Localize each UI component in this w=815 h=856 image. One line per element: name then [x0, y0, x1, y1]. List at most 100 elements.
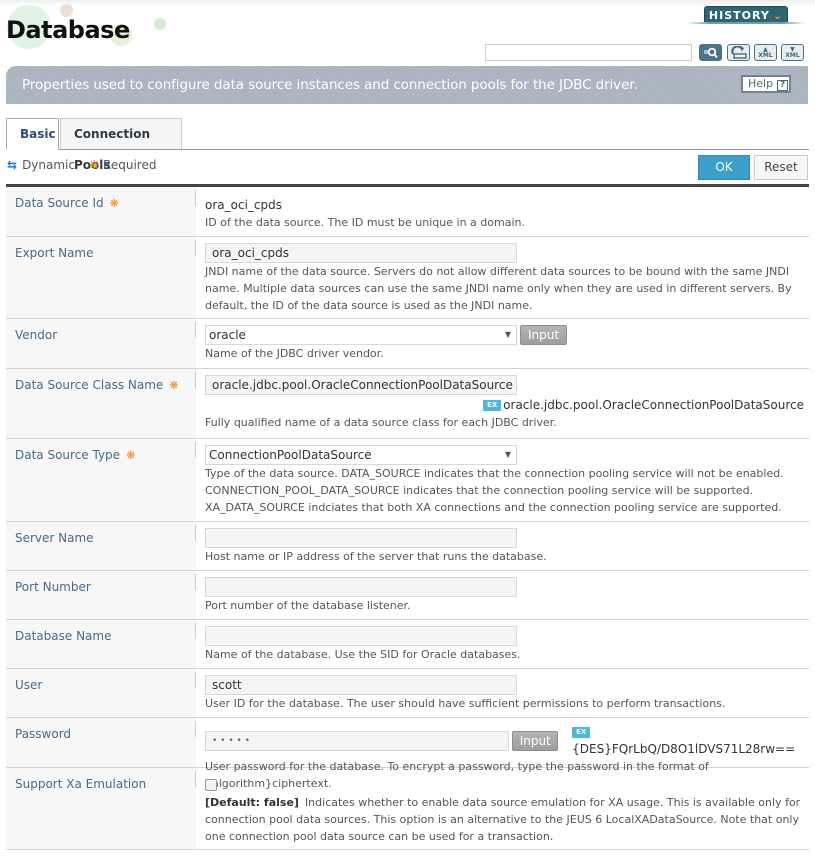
field-label: User	[6, 669, 196, 717]
row-user: User scott User ID for the database. The…	[6, 669, 809, 718]
history-label: HISTORY	[708, 9, 770, 22]
label-text: Server Name	[15, 531, 94, 545]
field-description: Port number of the database listener.	[205, 599, 411, 612]
field-label: Export Name	[6, 237, 196, 318]
example-line: EX oracle.jdbc.pool.OracleConnectionPoolD…	[205, 397, 804, 414]
example-line: EX {DES}FQrLbQ/D8O1lDVS71L28rw==	[572, 724, 809, 758]
decoration-circle	[154, 18, 166, 30]
xml-import-icon: ▼ XML	[785, 45, 800, 59]
row-data-source-type: Data Source Type ❋ ConnectionPoolDataSour…	[6, 439, 809, 522]
tab-divider	[6, 149, 809, 150]
field-label: Vendor	[6, 319, 196, 368]
field-label: Password	[6, 718, 196, 767]
row-data-source-class-name: Data Source Class Name ❋ oracle.jdbc.pool…	[6, 369, 809, 439]
xml-export-button[interactable]: ▲ XML	[754, 44, 777, 61]
refresh-button[interactable]	[727, 44, 750, 61]
row-export-name: Export Name ora_oci_cpds JNDI name of th…	[6, 237, 809, 319]
field-description: Name of the JDBC driver vendor.	[205, 347, 384, 360]
page-title: Database	[6, 16, 130, 44]
field-description: Fully qualified name of a data source cl…	[205, 416, 557, 429]
field-value: [Default: false] Indicates whether to ena…	[196, 768, 809, 849]
label-text: Vendor	[15, 328, 58, 342]
required-label: Required	[103, 158, 157, 172]
row-database-name: Database Name Name of the database. Use …	[6, 620, 809, 669]
field-label: Data Source Type ❋	[6, 439, 196, 521]
dynamic-label: Dynamic	[22, 158, 75, 172]
example-icon: EX	[572, 727, 591, 738]
legend: ⇆ Dynamic ❋ Required	[7, 158, 156, 172]
row-support-xa-emulation: Support Xa Emulation [Default: false] Ind…	[6, 768, 809, 850]
field-value: ora_oci_cpds ID of the data source. The …	[196, 187, 809, 236]
reset-button[interactable]: Reset	[754, 155, 808, 180]
field-value: scott User ID for the database. The user…	[196, 669, 809, 717]
field-value: oracle ▼ Input Name of the JDBC driver ve…	[196, 319, 809, 368]
data-source-id-value: ora_oci_cpds	[205, 198, 282, 212]
field-value: oracle.jdbc.pool.OracleConnectionPoolDat…	[196, 369, 809, 438]
row-data-source-id: Data Source Id ❋ ora_oci_cpds ID of the d…	[6, 187, 809, 237]
properties-form: Data Source Id ❋ ora_oci_cpds ID of the d…	[6, 184, 809, 850]
dropdown-arrow-icon: ▼	[504, 330, 511, 339]
label-text: Data Source Type	[15, 448, 121, 462]
help-label: Help	[748, 77, 774, 90]
field-value: Name of the database. Use the SID for Or…	[196, 620, 809, 668]
vendor-selected: oracle	[209, 328, 246, 342]
tab-connection-pools[interactable]: Connection Pools	[60, 118, 182, 172]
page-description: Properties used to configure data source…	[22, 77, 638, 93]
label-text: Support Xa Emulation	[15, 777, 147, 791]
field-description: JNDI name of the data source. Servers do…	[205, 265, 792, 312]
export-name-input[interactable]: ora_oci_cpds	[205, 243, 517, 263]
dropdown-arrow-icon: ▼	[504, 450, 511, 459]
default-tag: [Default: false]	[205, 796, 299, 809]
label-text: Password	[15, 727, 72, 741]
description-bar: Properties used to configure data source…	[6, 66, 808, 104]
row-server-name: Server Name Host name or IP address of t…	[6, 522, 809, 571]
row-password: Password • • • • • Input EX {DES}FQrLbQ/D…	[6, 718, 809, 790]
tab-bar: Basic Connection Pools	[6, 118, 182, 172]
data-source-class-name-input[interactable]: oracle.jdbc.pool.OracleConnectionPoolDat…	[205, 375, 517, 395]
label-text: Data Source Class Name	[15, 378, 164, 392]
search-button[interactable]	[699, 44, 722, 61]
label-text: Port Number	[15, 580, 91, 594]
label-text: Database Name	[15, 629, 112, 643]
label-text: User	[15, 678, 43, 692]
label-text: Export Name	[15, 246, 94, 260]
help-button[interactable]: Help?	[741, 75, 791, 93]
field-description: Host name or IP address of the server th…	[205, 550, 547, 563]
question-icon: ?	[777, 80, 789, 91]
user-input[interactable]: scott	[205, 675, 517, 695]
xml-export-icon: ▲ XML	[758, 45, 773, 59]
field-label: Database Name	[6, 620, 196, 668]
example-value: oracle.jdbc.pool.OracleConnectionPoolDat…	[503, 398, 804, 412]
password-input-button[interactable]: Input	[512, 731, 559, 751]
field-label: Support Xa Emulation	[6, 768, 196, 849]
field-value: Host name or IP address of the server th…	[196, 522, 809, 570]
server-name-input[interactable]	[205, 528, 517, 548]
search-icon	[703, 47, 718, 58]
field-label: Data Source Id ❋	[6, 187, 196, 236]
field-label: Port Number	[6, 571, 196, 619]
label-text: Data Source Id	[15, 196, 104, 210]
vendor-input-button[interactable]: Input	[520, 325, 567, 345]
xml-import-button[interactable]: ▼ XML	[781, 44, 804, 61]
refresh-icon	[730, 46, 747, 59]
search-input[interactable]	[485, 44, 692, 61]
port-number-input[interactable]	[205, 577, 517, 597]
vendor-select[interactable]: oracle ▼	[205, 325, 517, 345]
history-underline	[686, 22, 806, 24]
tab-basic[interactable]: Basic	[6, 118, 59, 150]
dynamic-icon: ⇆	[7, 158, 18, 172]
password-input[interactable]: • • • • •	[205, 731, 510, 751]
example-icon: EX	[483, 400, 502, 411]
support-xa-emulation-checkbox[interactable]	[205, 779, 217, 791]
field-value: ConnectionPoolDataSource ▼ Type of the da…	[196, 439, 809, 521]
field-value: • • • • • Input EX {DES}FQrLbQ/D8O1lDVS71…	[196, 718, 809, 790]
field-description: [Default: false] Indicates whether to ena…	[205, 794, 809, 845]
field-description: Name of the database. Use the SID for Or…	[205, 648, 521, 661]
field-label: Server Name	[6, 522, 196, 570]
field-label: Data Source Class Name ❋	[6, 369, 196, 438]
required-icon: ❋	[109, 197, 119, 210]
data-source-type-select[interactable]: ConnectionPoolDataSource ▼	[205, 445, 517, 465]
database-name-input[interactable]	[205, 626, 517, 646]
example-value: {DES}FQrLbQ/D8O1lDVS71L28rw==	[572, 742, 796, 756]
ok-button[interactable]: OK	[698, 155, 750, 180]
